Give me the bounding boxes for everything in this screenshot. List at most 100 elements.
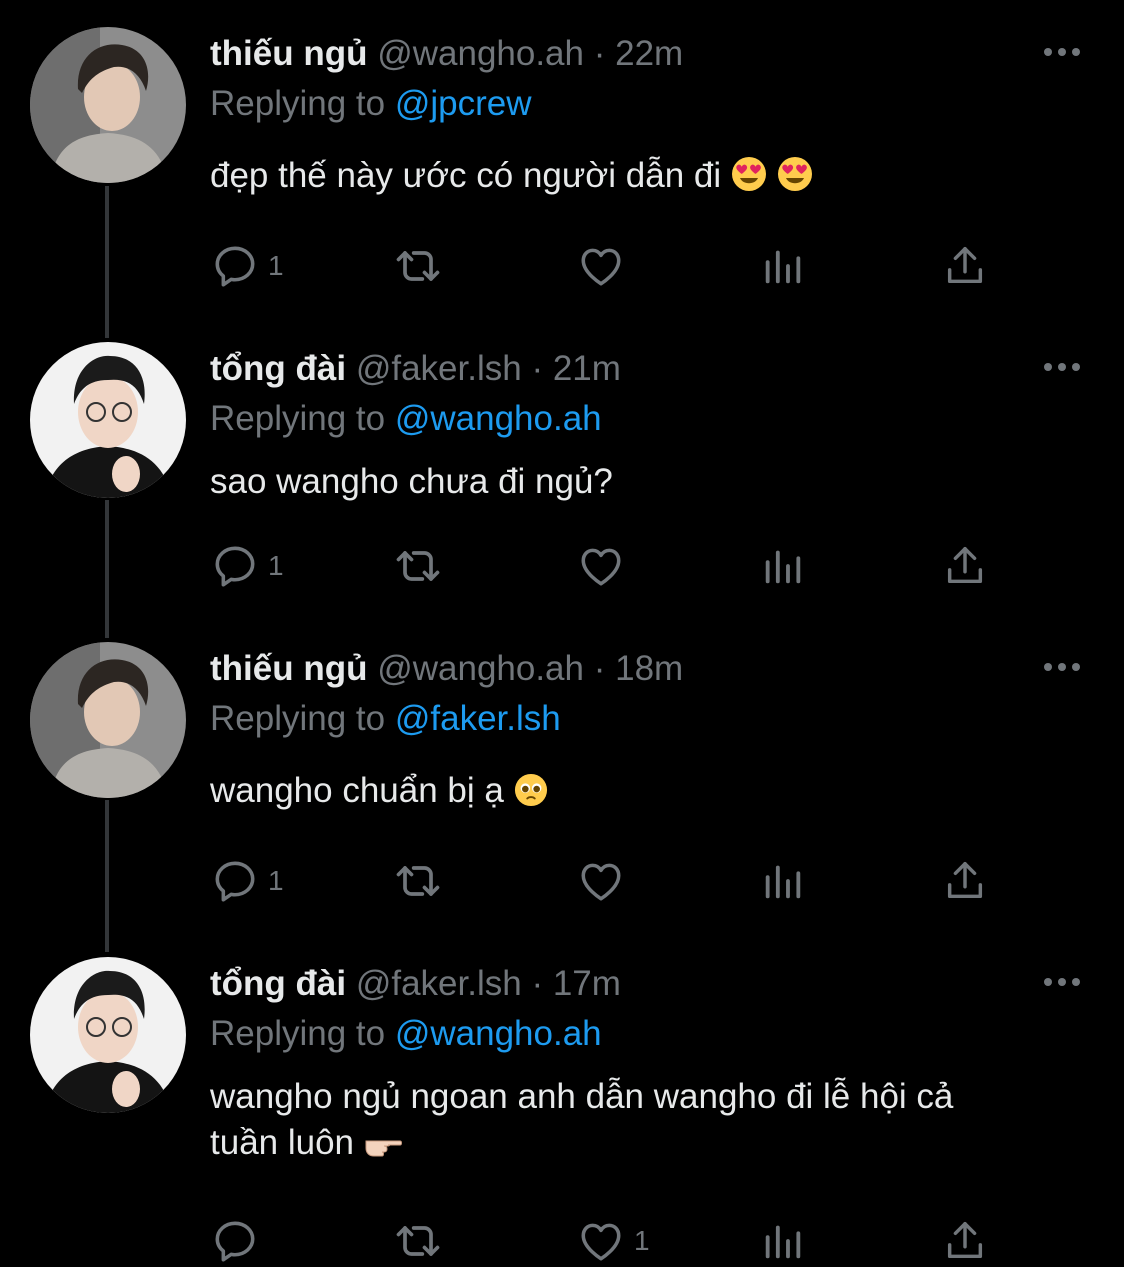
reply-button[interactable] [210,1215,268,1267]
reply-icon [215,546,255,587]
display-name[interactable]: thiếu ngủ [210,34,367,73]
like-button[interactable] [576,240,634,292]
retweet-button[interactable] [392,540,444,592]
retweet-button[interactable] [392,240,444,292]
share-button[interactable] [942,1215,988,1267]
separator-dot: · [531,964,544,1003]
more-options-icon[interactable] [1040,972,1084,992]
replying-to-label: Replying to [210,84,386,123]
tweet-actions: 1 [210,240,1010,292]
retweet-icon [396,1226,440,1256]
retweet-icon [396,251,440,281]
tweet-header: tổng đài @faker.lsh · 17m [210,964,621,1004]
tweet-text-content: sao wangho chưa đi ngủ? [210,462,613,501]
pleading-face-emoji [514,773,547,807]
like-button[interactable]: 1 [576,1215,650,1267]
display-name[interactable]: thiếu ngủ [210,649,367,688]
more-options-icon[interactable] [1040,42,1084,62]
pointing-hand-emoji [365,1140,402,1157]
heart-icon [581,863,621,901]
share-button[interactable] [942,540,988,592]
replying-to: Replying to @jpcrew [210,84,532,124]
heart-eyes-emoji [777,157,812,191]
analytics-icon [765,550,801,584]
timestamp[interactable]: 18m [615,649,683,688]
mention-link[interactable]: @wangho.ah [395,1014,602,1053]
thread-connector [105,186,109,338]
separator-dot: · [593,649,606,688]
analytics-icon [765,1225,801,1259]
analytics-icon [765,865,801,899]
avatar[interactable] [30,27,186,183]
reply-button[interactable]: 1 [210,540,284,592]
views-button[interactable] [760,1215,806,1267]
replying-to-label: Replying to [210,399,386,438]
reply-icon [215,246,255,287]
reply-button[interactable]: 1 [210,240,284,292]
tweet-text-content: đẹp thế này ước có người dẫn đi [210,156,722,195]
tweet-text-line: tuần luôn [210,1120,1090,1166]
heart-icon [581,548,621,586]
retweet-button[interactable] [392,855,444,907]
like-button[interactable] [576,855,634,907]
reply-count: 1 [268,250,284,281]
more-options-icon[interactable] [1040,357,1084,377]
like-count: 1 [634,1225,650,1256]
replying-to: Replying to @wangho.ah [210,1014,602,1054]
reply-icon [215,1221,255,1262]
timestamp[interactable]: 17m [553,964,621,1003]
replying-to-label: Replying to [210,699,386,738]
timestamp[interactable]: 21m [553,349,621,388]
heart-icon [581,1223,621,1261]
heart-icon [581,248,621,286]
views-button[interactable] [760,540,806,592]
share-button[interactable] [942,855,988,907]
tweet-text: wangho ngủ ngoan anh dẫn wangho đi lễ hộ… [210,1074,1090,1166]
like-button[interactable] [576,540,634,592]
views-button[interactable] [760,240,806,292]
reply-icon [215,861,255,902]
user-handle[interactable]: @wangho.ah [377,649,584,688]
tweet-actions: 1 [210,1215,1010,1267]
user-handle[interactable]: @faker.lsh [356,349,522,388]
user-handle[interactable]: @faker.lsh [356,964,522,1003]
tweet-actions: 1 [210,540,1010,592]
share-button[interactable] [942,240,988,292]
user-handle[interactable]: @wangho.ah [377,34,584,73]
mention-link[interactable]: @faker.lsh [395,699,561,738]
tweet-header: tổng đài @faker.lsh · 21m [210,349,621,389]
share-icon [947,1222,983,1259]
mention-link[interactable]: @wangho.ah [395,399,602,438]
display-name[interactable]: tổng đài [210,349,346,388]
replying-to: Replying to @wangho.ah [210,399,602,439]
display-name[interactable]: tổng đài [210,964,346,1003]
reply-button[interactable]: 1 [210,855,284,907]
thread-connector [105,500,109,638]
share-icon [947,547,983,584]
tweet-actions: 1 [210,855,1010,907]
separator-dot: · [531,349,544,388]
timestamp[interactable]: 22m [615,34,683,73]
retweet-icon [396,866,440,896]
tweet-text-line: wangho ngủ ngoan anh dẫn wangho đi lễ hộ… [210,1077,954,1116]
reply-count: 1 [268,865,284,896]
avatar[interactable] [30,957,186,1113]
analytics-icon [765,250,801,284]
thread-connector [105,800,109,952]
share-icon [947,862,983,899]
tweet-text: sao wangho chưa đi ngủ? [210,459,1090,505]
heart-eyes-emoji [731,157,766,191]
tweet-header: thiếu ngủ @wangho.ah · 18m [210,649,683,689]
tweet-text: wangho chuẩn bị ạ [210,768,1090,814]
avatar[interactable] [30,342,186,498]
more-options-icon[interactable] [1040,657,1084,677]
retweet-icon [396,551,440,581]
views-button[interactable] [760,855,806,907]
avatar[interactable] [30,642,186,798]
tweet-header: thiếu ngủ @wangho.ah · 22m [210,34,683,74]
mention-link[interactable]: @jpcrew [395,84,532,123]
share-icon [947,247,983,284]
tweet-text-content: wangho chuẩn bị ạ [210,771,504,810]
replying-to-label: Replying to [210,1014,386,1053]
retweet-button[interactable] [392,1215,444,1267]
